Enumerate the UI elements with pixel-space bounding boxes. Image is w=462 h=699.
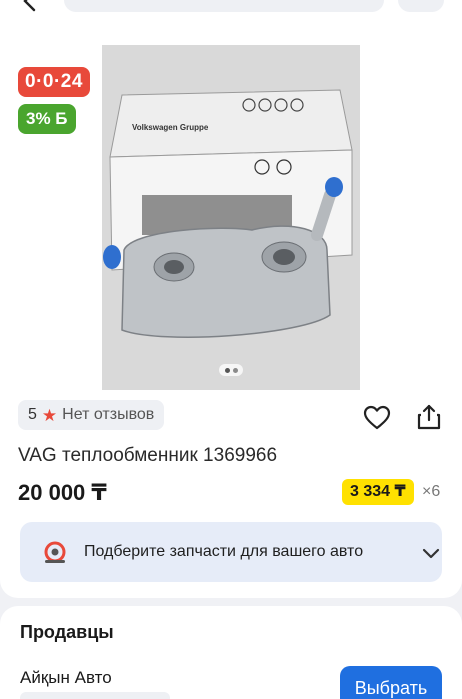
favorite-button[interactable] xyxy=(362,403,392,433)
pager-dot xyxy=(232,367,238,373)
seller-name[interactable]: Айқын Авто xyxy=(20,668,112,688)
menu-button[interactable] xyxy=(398,0,444,12)
chevron-down-icon xyxy=(422,548,440,559)
select-seller-button[interactable]: Выбрать xyxy=(340,666,442,699)
rating-score: 5 xyxy=(28,406,37,423)
rating-pill[interactable]: 5 ★ Нет отзывов xyxy=(18,400,165,430)
sellers-title: Продавцы xyxy=(20,622,114,642)
product-photo: Volkswagen Gruppe xyxy=(102,45,360,390)
product-image[interactable]: Volkswagen Gruppe xyxy=(102,45,360,390)
product-price: 20 000 ₸ xyxy=(18,480,107,505)
timer-badge: 0·0·24 xyxy=(18,67,90,97)
product-title: VAG теплообменник 1369966 xyxy=(18,445,278,466)
reviews-text: Нет отзывов xyxy=(62,406,155,423)
pager-dot-active xyxy=(224,367,230,373)
product-card: Volkswagen Gruppe 0·0·24 3% Б 5 ★ Нет от… xyxy=(0,0,462,598)
box-label: Volkswagen Gruppe xyxy=(132,123,209,132)
bonus-badge: 3% Б xyxy=(18,104,76,134)
seller-rating-pill xyxy=(20,692,170,699)
arrow-left-icon xyxy=(23,0,36,12)
back-button[interactable] xyxy=(18,0,44,14)
sellers-section: Продавцы Айқын Авто Выбрать xyxy=(0,606,462,699)
share-icon xyxy=(417,404,441,430)
parts-banner-text: Подберите запчасти для вашего авто xyxy=(84,543,364,560)
search-input[interactable] xyxy=(64,0,384,12)
gallery-pager xyxy=(219,364,243,376)
installment-badge[interactable]: 3 334 ₸ xyxy=(342,479,414,505)
installment-multiplier: ×6 xyxy=(422,483,441,500)
top-bar xyxy=(0,0,462,14)
car-parts-icon xyxy=(44,541,66,563)
share-button[interactable] xyxy=(414,402,444,432)
heart-icon xyxy=(363,405,391,430)
star-icon: ★ xyxy=(41,405,58,425)
parts-picker-banner[interactable]: Подберите запчасти для вашего авто xyxy=(20,522,442,582)
